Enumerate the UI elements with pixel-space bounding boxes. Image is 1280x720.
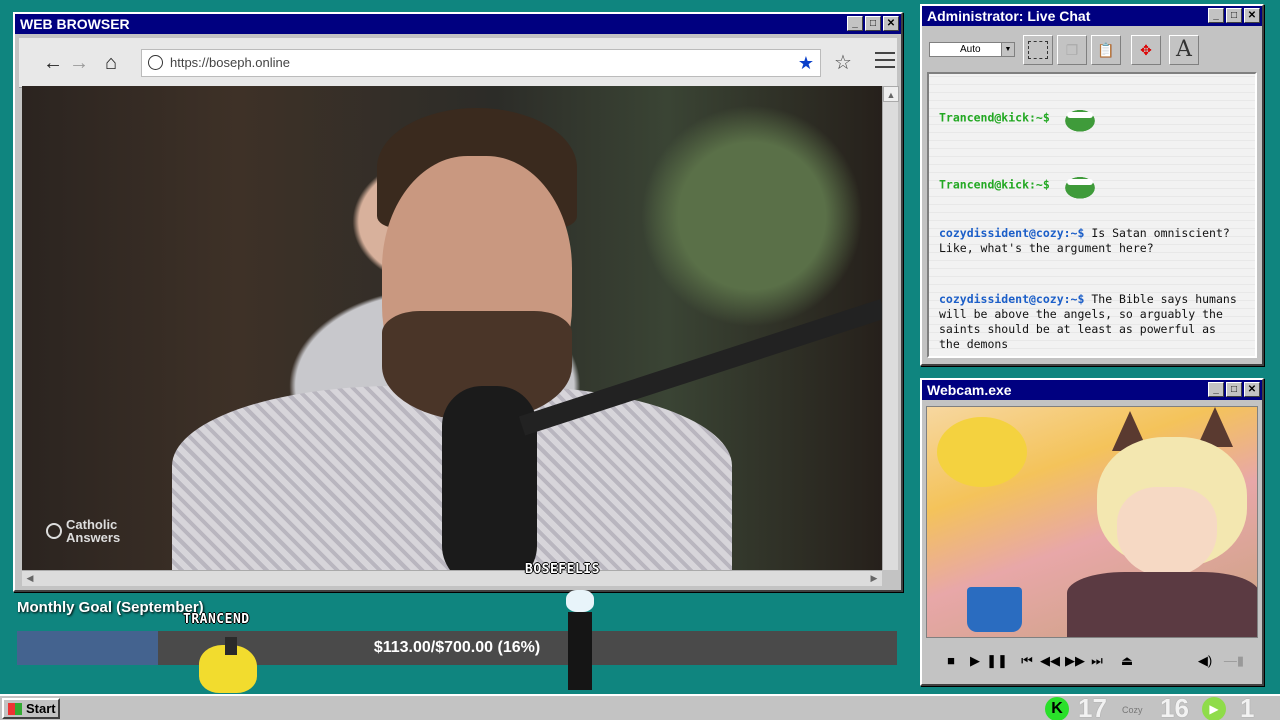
duck-plush	[937, 417, 1027, 487]
kick-viewer-count: 17	[1078, 693, 1107, 720]
close-button[interactable]: ✕	[1244, 8, 1260, 23]
forward-arrow-icon[interactable]: →	[67, 51, 91, 75]
media-controls: ■ ▶ ❚❚ ⏮ ◀◀ ▶▶ ⏭ ⏏ ◀) —▮	[926, 644, 1258, 680]
cozy-viewer-count: 16	[1160, 693, 1189, 720]
back-arrow-icon[interactable]: ←	[41, 51, 65, 75]
skip-forward-icon[interactable]: ⏭	[1086, 650, 1108, 672]
browser-title: WEB BROWSER	[20, 16, 130, 32]
maximize-button[interactable]: □	[1226, 8, 1242, 23]
chat-message: cozydissident@cozy:~$ Is Satan omniscien…	[939, 226, 1241, 256]
live-chat-window: Administrator: Live Chat _ □ ✕ Auto ▼ ❐ …	[920, 4, 1264, 366]
paste-icon[interactable]: 📋	[1091, 35, 1121, 65]
goal-progress-text: $113.00/$700.00 (16%)	[373, 639, 541, 656]
minimize-button[interactable]: _	[847, 16, 863, 31]
rumble-play-icon: ▶	[1202, 697, 1226, 720]
fast-forward-icon[interactable]: ▶▶	[1064, 650, 1086, 672]
url-bar[interactable]: https://boseph.online ★	[141, 49, 821, 77]
start-button[interactable]: Start	[2, 698, 60, 719]
volume-icon[interactable]: ◀)	[1194, 650, 1216, 672]
rumble-viewer-count: 1	[1240, 693, 1255, 720]
maximize-button[interactable]: □	[1226, 382, 1242, 397]
browser-titlebar[interactable]: WEB BROWSER _ □ ✕	[15, 14, 901, 34]
zoom-select[interactable]: Auto ▼	[929, 42, 1015, 57]
bookmark-star-icon[interactable]: ☆	[834, 50, 852, 75]
chat-message: Trancend@kick:~$	[939, 171, 1241, 199]
character-label-bosefelis: BOSEFELIS	[525, 562, 600, 577]
catholic-answers-logo: Catholic Answers	[46, 518, 120, 544]
browser-window: WEB BROWSER _ □ ✕ ← → ⌂ https://boseph.o…	[13, 12, 903, 592]
browser-navbar: ← → ⌂ https://boseph.online ★ ☆	[19, 38, 897, 88]
pepe-emote-icon	[1056, 171, 1103, 199]
globe-icon	[148, 55, 163, 70]
copy-icon[interactable]: ❐	[1057, 35, 1087, 65]
chat-username: cozydissident@cozy:~$	[939, 292, 1085, 306]
play-icon[interactable]: ▶	[964, 650, 986, 672]
microphone	[442, 386, 537, 570]
avatar-face	[1117, 487, 1217, 577]
hamburger-menu-icon[interactable]	[875, 52, 895, 70]
chat-title: Administrator: Live Chat	[927, 8, 1091, 24]
close-button[interactable]: ✕	[1244, 382, 1260, 397]
horizontal-scrollbar[interactable]: ◀ ▶	[22, 570, 882, 586]
chat-message: cozydissident@cozy:~$ The Bible says hum…	[939, 292, 1241, 352]
url-text: https://boseph.online	[170, 55, 290, 70]
bookmark-star-filled-icon[interactable]: ★	[798, 50, 814, 76]
rewind-icon[interactable]: ◀◀	[1039, 650, 1061, 672]
taskbar: Start K 17 Cozy 16 ▶ 1	[0, 694, 1280, 720]
avatar-sweater	[1067, 572, 1257, 637]
chat-titlebar[interactable]: Administrator: Live Chat _ □ ✕	[922, 6, 1262, 26]
character-label-trancend: TRANCEND	[183, 612, 250, 627]
scroll-up-arrow-icon[interactable]: ▲	[883, 86, 899, 102]
plant-background	[622, 86, 882, 346]
cozy-label: Cozy	[1122, 705, 1143, 715]
skip-back-icon[interactable]: ⏮	[1016, 650, 1038, 672]
scroll-left-arrow-icon[interactable]: ◀	[22, 571, 38, 586]
video-player[interactable]: Catholic Answers	[22, 86, 882, 570]
minimize-button[interactable]: _	[1208, 382, 1224, 397]
zoom-select-value: Auto	[960, 44, 981, 55]
chibi-character-sprite	[560, 590, 600, 692]
webcam-window: Webcam.exe _ □ ✕ ■ ▶ ❚❚ ⏮ ◀◀ ▶▶ ⏭ ⏏ ◀) —…	[920, 378, 1264, 686]
pepe-emote-icon	[1056, 104, 1103, 132]
chevron-down-icon[interactable]: ▼	[1001, 43, 1014, 56]
font-icon[interactable]: A	[1169, 35, 1199, 65]
goal-title: Monthly Goal (September)	[17, 599, 204, 616]
eject-icon[interactable]: ⏏	[1116, 650, 1138, 672]
move-icon[interactable]: ✥	[1131, 35, 1161, 65]
chat-username: Trancend@kick:~$	[939, 110, 1050, 125]
goal-progress-bar: $113.00/$700.00 (16%)	[17, 631, 897, 665]
webcam-feed	[926, 406, 1258, 638]
stop-icon[interactable]: ■	[940, 650, 962, 672]
start-label: Start	[26, 701, 56, 716]
webcam-titlebar[interactable]: Webcam.exe _ □ ✕	[922, 380, 1262, 400]
webcam-title: Webcam.exe	[927, 382, 1012, 398]
pause-icon[interactable]: ❚❚	[986, 650, 1008, 672]
home-icon[interactable]: ⌂	[99, 51, 123, 75]
volume-slider[interactable]: —▮	[1222, 650, 1246, 672]
chat-toolbar: Auto ▼ ❐ 📋 ✥ A	[925, 30, 1259, 68]
blue-cup	[967, 587, 1022, 632]
chat-messages[interactable]: Trancend@kick:~$ Trancend@kick:~$ cozydi…	[927, 72, 1257, 358]
windows-flag-icon	[8, 703, 22, 715]
chat-username: cozydissident@cozy:~$	[939, 226, 1085, 240]
pikachu-sprite	[199, 637, 257, 693]
chat-username: Trancend@kick:~$	[939, 177, 1050, 192]
kick-icon: K	[1045, 697, 1069, 720]
scroll-right-arrow-icon[interactable]: ▶	[866, 571, 882, 586]
vertical-scrollbar[interactable]: ▲	[882, 86, 899, 570]
close-button[interactable]: ✕	[883, 16, 899, 31]
select-rect-icon[interactable]	[1023, 35, 1053, 65]
minimize-button[interactable]: _	[1208, 8, 1224, 23]
chat-message: Trancend@kick:~$	[939, 104, 1241, 132]
maximize-button[interactable]: □	[865, 16, 881, 31]
